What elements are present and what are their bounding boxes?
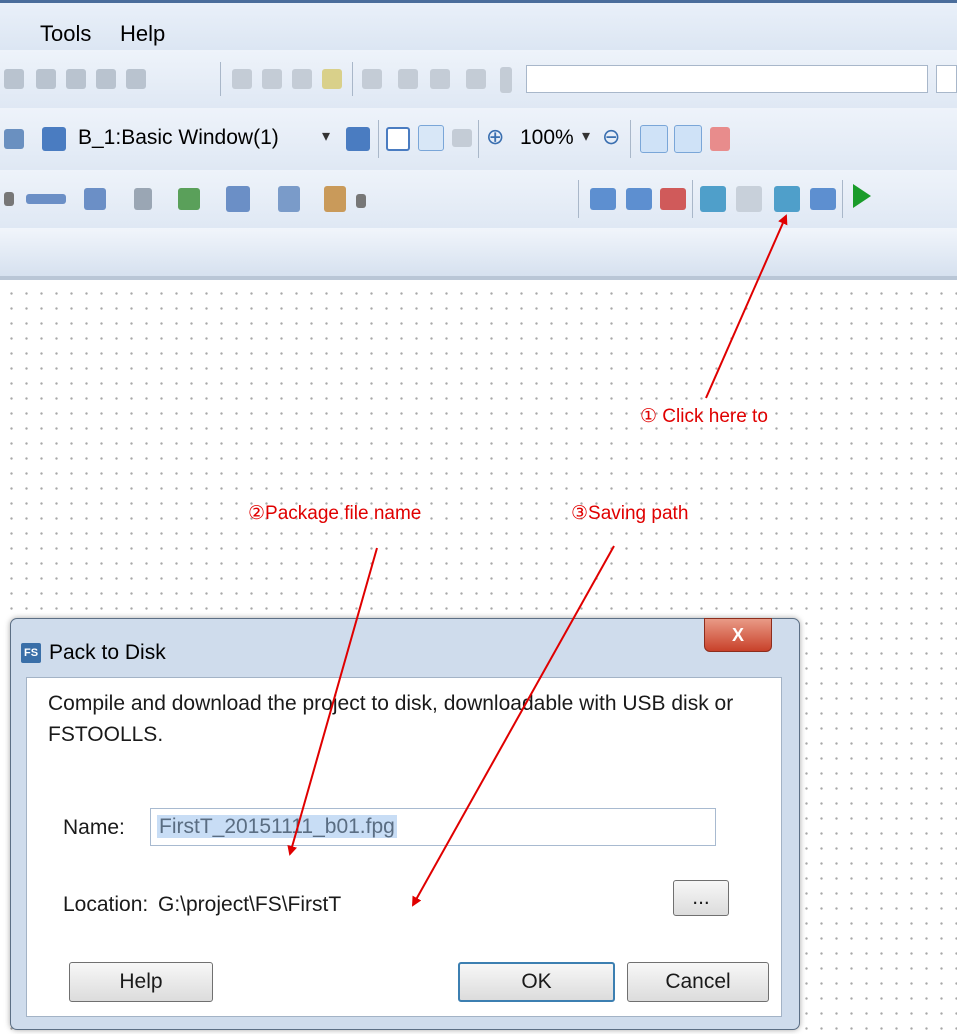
arrow-step-1 [705,214,788,399]
annotation-arrows [287,214,788,907]
arrow-step-2 [287,547,378,856]
arrow-step-3 [412,545,615,907]
